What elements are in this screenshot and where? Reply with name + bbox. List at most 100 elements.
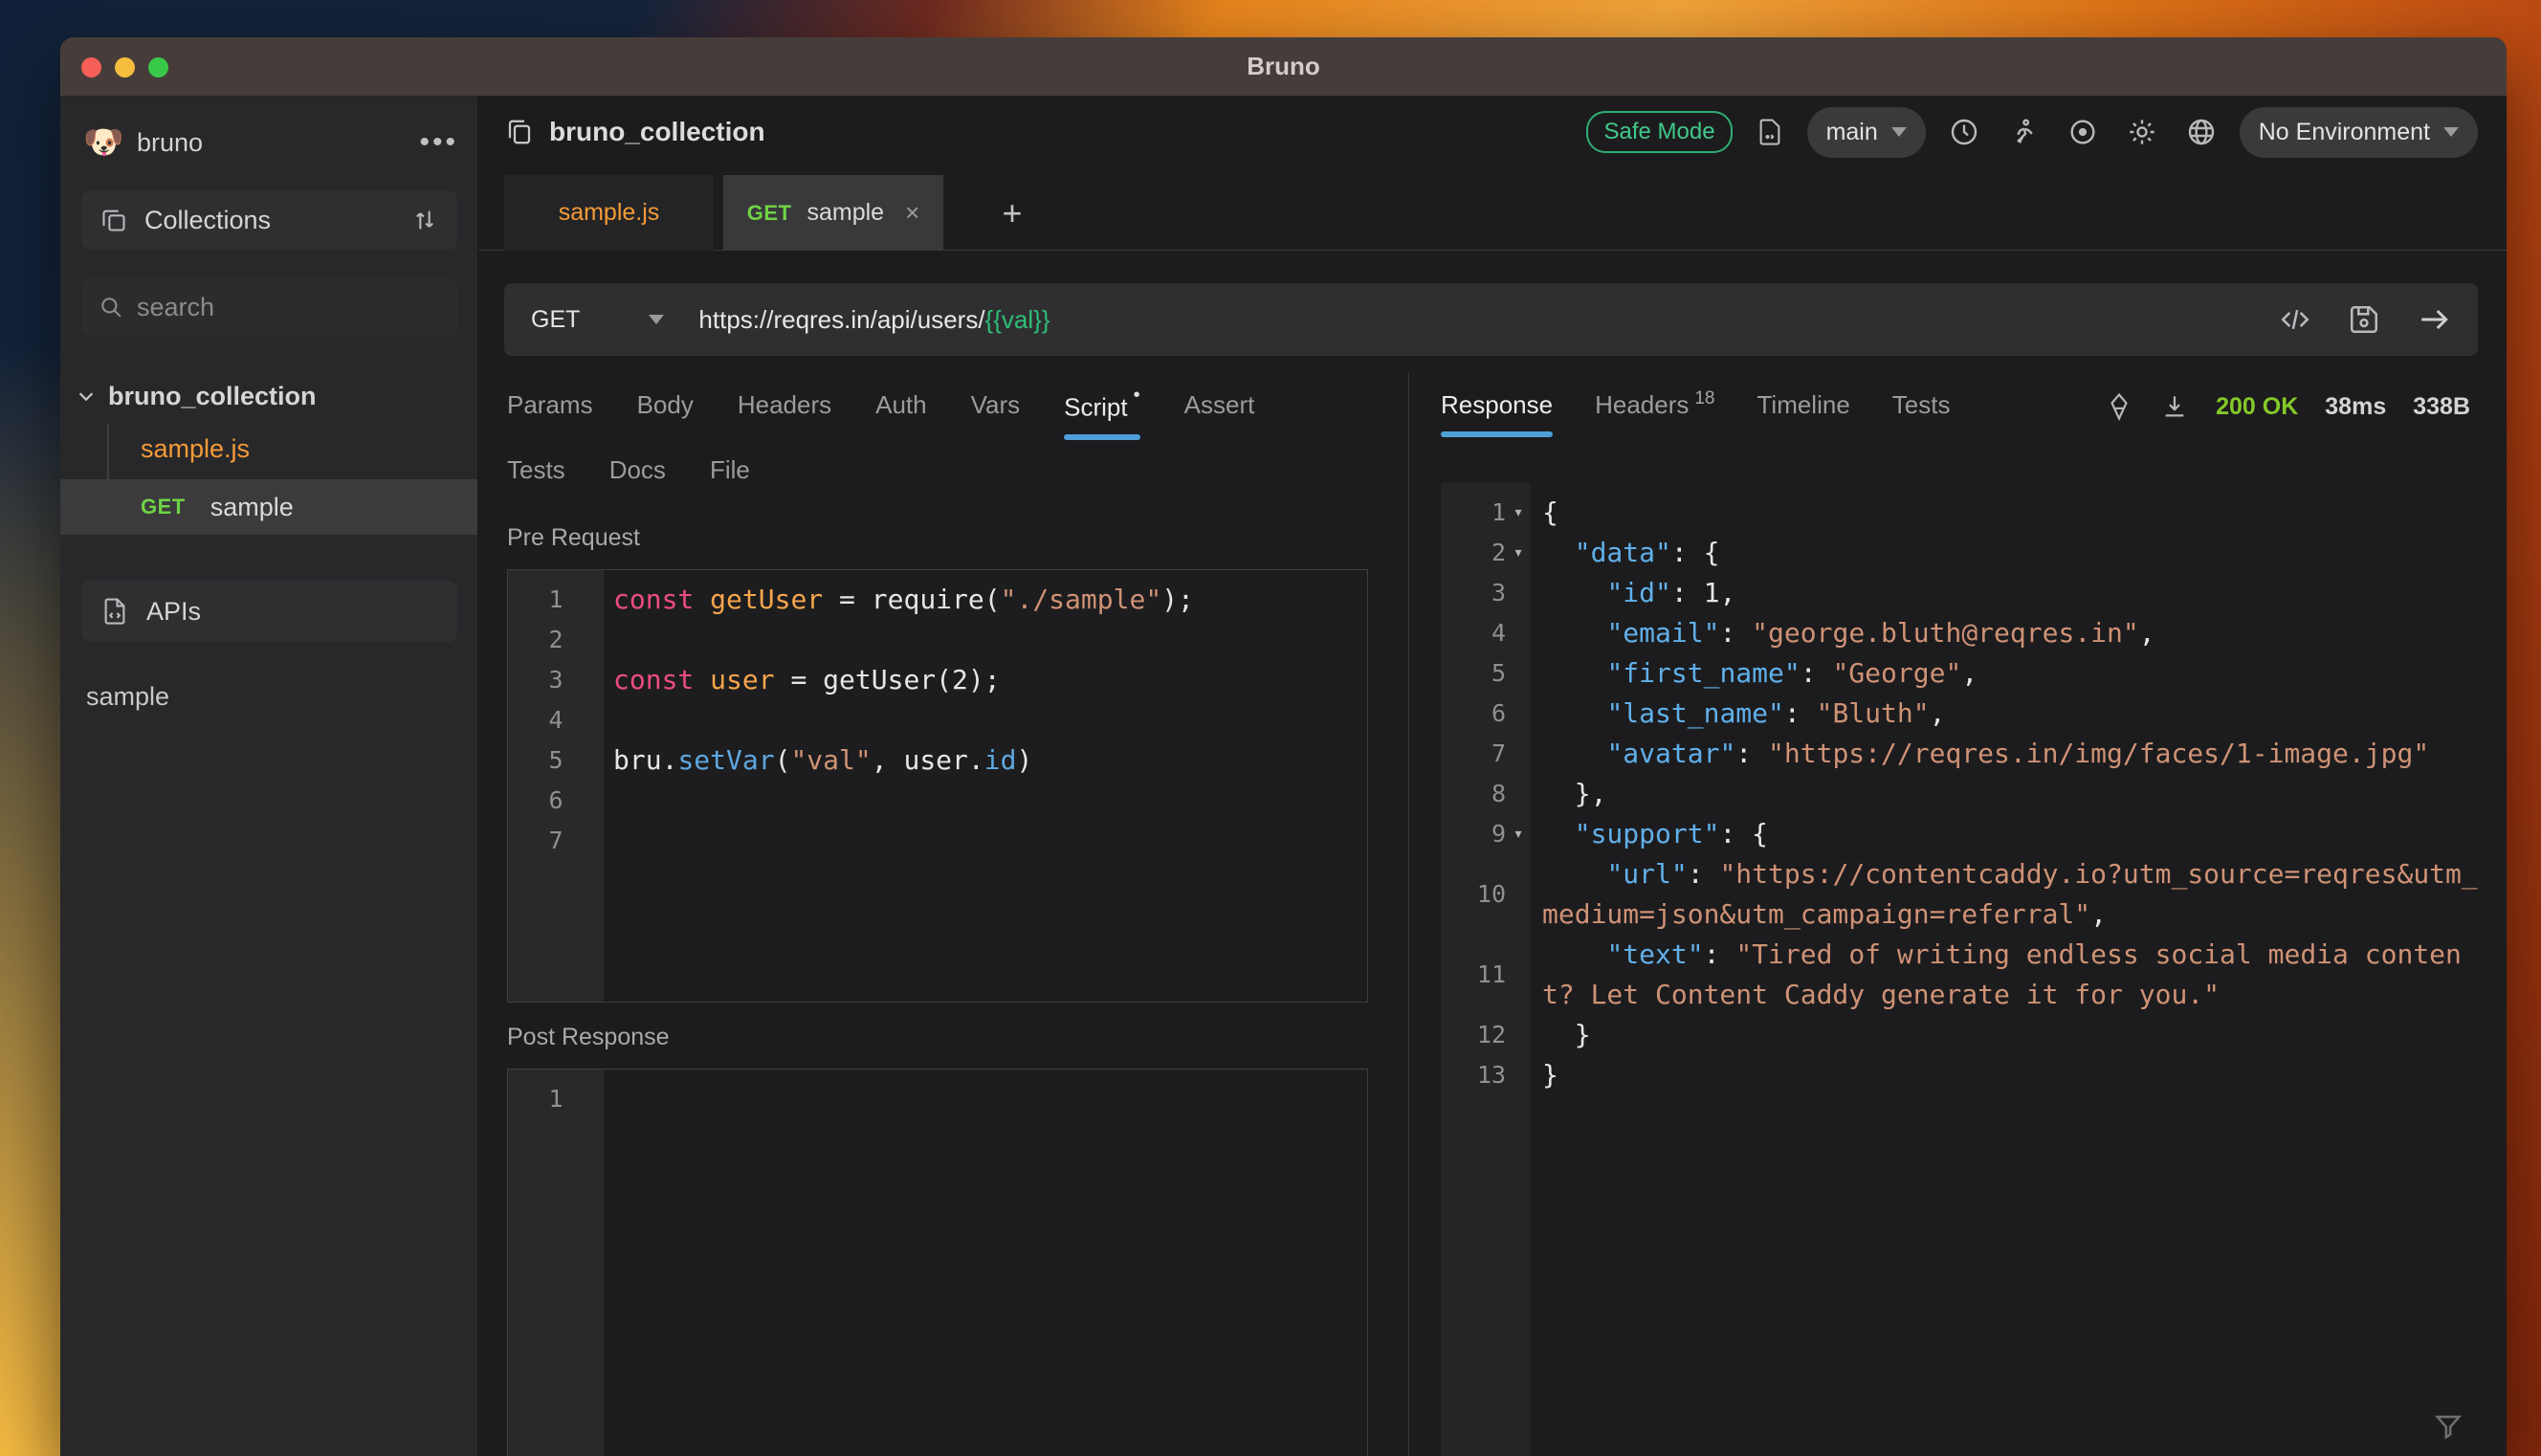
tab-request-sample[interactable]: GET sample × <box>723 175 943 251</box>
request-tabs-row1: Params Body Headers Auth Vars Script• As… <box>507 390 1254 429</box>
workspace-name[interactable]: bruno <box>137 128 203 158</box>
chevron-down-icon <box>2443 127 2459 137</box>
code-line: 7 <box>508 821 1367 861</box>
more-options-icon[interactable]: ••• <box>419 126 458 159</box>
tab-tests-response[interactable]: Tests <box>1892 390 1951 426</box>
clock-icon[interactable] <box>1949 117 1979 147</box>
chevron-down-icon[interactable] <box>649 315 664 324</box>
tab-response-headers[interactable]: Headers18 <box>1595 390 1714 426</box>
eye-icon[interactable] <box>2067 117 2098 147</box>
titlebar: Bruno <box>60 37 2507 97</box>
new-tab-button[interactable]: + <box>983 175 1041 251</box>
url-variable: {{val}} <box>985 305 1050 334</box>
tab-tests[interactable]: Tests <box>507 455 565 491</box>
save-icon[interactable] <box>2348 303 2380 336</box>
safe-mode-badge[interactable]: Safe Mode <box>1586 111 1732 153</box>
tab-vars[interactable]: Vars <box>971 390 1021 426</box>
environment-select[interactable]: No Environment <box>2240 107 2478 158</box>
header-toolbar: Safe Mode main <box>1586 107 2478 158</box>
code-line: 4 <box>508 700 1367 740</box>
collection-header-name: bruno_collection <box>549 117 765 147</box>
send-request-icon[interactable] <box>2417 302 2451 337</box>
gear-icon[interactable] <box>2127 117 2157 147</box>
sidebar-item-sample[interactable]: sample <box>86 682 169 712</box>
globe-icon[interactable] <box>2186 117 2217 147</box>
tab-script[interactable]: Script• <box>1064 390 1139 429</box>
url-input[interactable]: https://reqres.in/api/users/{{val}} <box>698 305 1050 335</box>
sidebar-item-request-sample[interactable]: GET sample <box>60 479 477 535</box>
workspace-avatar: 🐶 <box>83 123 122 162</box>
code-line: 12 } <box>1441 1015 2491 1055</box>
workspace-row: 🐶 bruno ••• <box>83 116 458 169</box>
code-line: 3 "id": 1, <box>1441 573 2491 613</box>
code-line: 8 }, <box>1441 774 2491 814</box>
tab-response[interactable]: Response <box>1441 390 1553 426</box>
pre-request-editor[interactable]: 1const getUser = require("./sample");2 3… <box>507 569 1368 1003</box>
tab-assert[interactable]: Assert <box>1184 390 1255 426</box>
tab-file[interactable]: File <box>710 455 750 491</box>
method-badge: GET <box>141 495 186 519</box>
response-body-editor[interactable]: 1▾{2▾ "data": {3 "id": 1,4 "email": "geo… <box>1441 483 2491 1456</box>
code-line: 3const user = getUser(2); <box>508 660 1367 700</box>
unsaved-dot: • <box>1134 385 1140 406</box>
collection-name: bruno_collection <box>108 382 317 411</box>
response-meta: 200 OK 38ms 338B <box>2105 392 2470 421</box>
tab-auth[interactable]: Auth <box>875 390 927 426</box>
clear-response-icon[interactable] <box>2105 392 2133 421</box>
response-time: 38ms <box>2325 393 2386 421</box>
post-response-label: Post Response <box>507 1024 670 1051</box>
file-item-label: sample.js <box>141 434 250 464</box>
branch-label: main <box>1826 119 1878 146</box>
search-input[interactable] <box>137 293 424 322</box>
code-line: 2 <box>508 620 1367 660</box>
collections-button[interactable]: Collections <box>81 190 457 250</box>
chevron-down-icon <box>76 386 97 407</box>
code-line: 1const getUser = require("./sample"); <box>508 580 1367 620</box>
minimize-window-button[interactable] <box>115 57 135 77</box>
code-line: 4 "email": "george.bluth@reqres.in", <box>1441 613 2491 653</box>
sample-label: sample <box>86 682 169 711</box>
collection-title: bruno_collection <box>505 117 765 147</box>
url-base: https://reqres.in/api/users/ <box>698 305 984 334</box>
tab-samplejs[interactable]: sample.js <box>504 175 714 251</box>
apis-button[interactable]: APIs <box>81 581 457 642</box>
tab-method-badge: GET <box>747 201 792 226</box>
request-item-label: sample <box>210 493 294 522</box>
environment-label: No Environment <box>2259 119 2430 146</box>
tab-body[interactable]: Body <box>637 390 694 426</box>
tab-params[interactable]: Params <box>507 390 593 426</box>
zoom-window-button[interactable] <box>148 57 168 77</box>
sidebar: 🐶 bruno ••• Collections bruno_collection <box>60 97 478 1456</box>
close-tab-icon[interactable]: × <box>905 198 919 228</box>
response-size: 338B <box>2413 393 2470 421</box>
tab-timeline[interactable]: Timeline <box>1757 390 1850 426</box>
tab-headers-label: Headers <box>1595 390 1689 419</box>
download-response-icon[interactable] <box>2160 392 2189 421</box>
sidebar-item-samplejs[interactable]: sample.js <box>141 428 250 470</box>
code-line: 5 "first_name": "George", <box>1441 653 2491 694</box>
close-window-button[interactable] <box>81 57 101 77</box>
bruno-app-window: Bruno 🐶 bruno ••• Collections <box>60 37 2507 1456</box>
runner-icon[interactable] <box>2008 117 2039 147</box>
request-tabs-row2: Tests Docs File <box>507 455 750 491</box>
sort-icon[interactable] <box>411 207 438 233</box>
tab-docs[interactable]: Docs <box>609 455 666 491</box>
post-response-editor[interactable]: 1 <box>507 1069 1368 1456</box>
chevron-down-icon <box>1891 127 1907 137</box>
url-row: GET https://reqres.in/api/users/{{val}} <box>478 251 2507 373</box>
code-icon[interactable] <box>2279 303 2311 336</box>
method-select[interactable]: GET <box>531 306 580 334</box>
tab-headers[interactable]: Headers <box>738 390 831 426</box>
code-line: 9▾ "support": { <box>1441 814 2491 854</box>
git-branch-select[interactable]: main <box>1807 107 1926 158</box>
collections-label: Collections <box>144 206 271 235</box>
code-line: 13} <box>1441 1055 2491 1095</box>
search-box <box>81 278 457 336</box>
response-pane: Response Headers18 Timeline Tests 200 OK… <box>1409 373 2507 1456</box>
code-line: 7 "avatar": "https://reqres.in/img/faces… <box>1441 734 2491 774</box>
sidebar-item-collection-root[interactable]: bruno_collection <box>76 374 317 418</box>
job-file-icon[interactable] <box>1756 118 1784 146</box>
filter-icon[interactable] <box>2432 1410 2464 1443</box>
traffic-lights <box>81 37 168 97</box>
collection-copy-icon <box>505 118 534 146</box>
